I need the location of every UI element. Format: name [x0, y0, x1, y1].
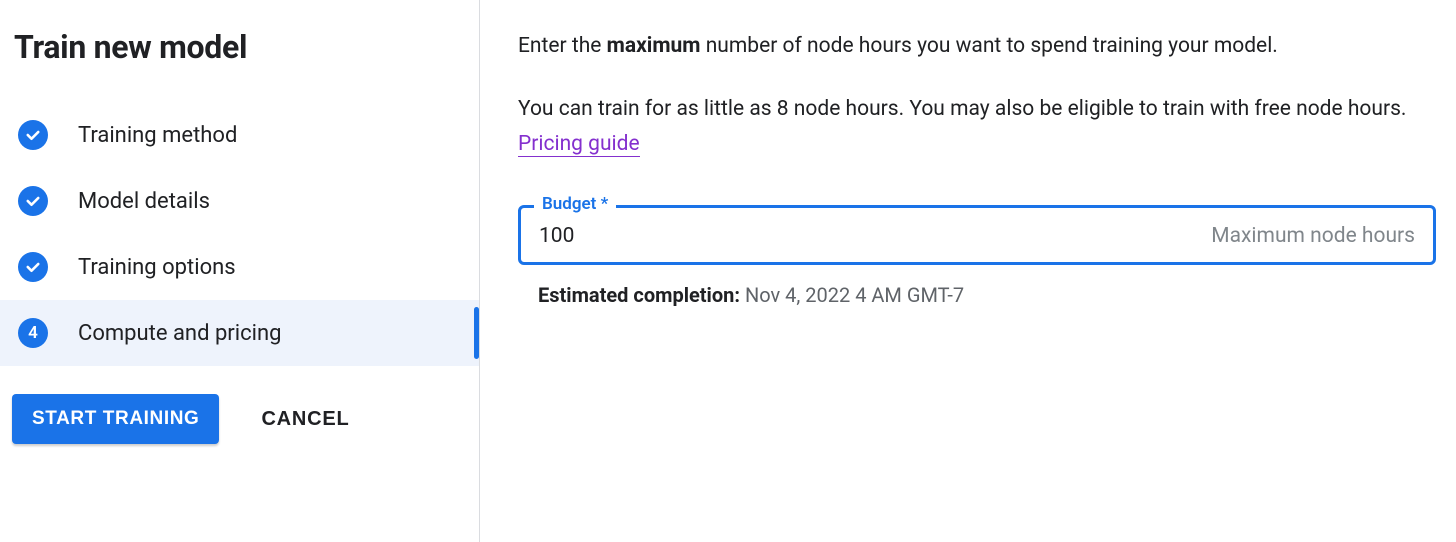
description-text: You can train for as little as 8 node ho… [518, 92, 1436, 163]
step-compute-pricing[interactable]: 4 Compute and pricing [0, 300, 479, 366]
estimated-completion: Estimated completion: Nov 4, 2022 4 AM G… [538, 283, 1436, 307]
wizard-buttons: START TRAINING CANCEL [12, 394, 479, 444]
step-label: Model details [78, 189, 210, 214]
budget-field-wrapper: Budget * Maximum node hours [518, 205, 1436, 265]
step-model-details[interactable]: Model details [14, 168, 479, 234]
budget-label: Budget * [534, 194, 616, 214]
check-icon [18, 186, 48, 216]
step-training-options[interactable]: Training options [14, 234, 479, 300]
step-label: Training options [78, 255, 236, 280]
pricing-guide-link[interactable]: Pricing guide [518, 132, 640, 157]
intro-pre: Enter the [518, 34, 607, 58]
check-icon [18, 120, 48, 150]
check-icon [18, 252, 48, 282]
step-label: Compute and pricing [78, 321, 281, 346]
est-value: Nov 4, 2022 4 AM GMT-7 [745, 283, 964, 307]
budget-input[interactable] [539, 224, 977, 248]
intro-post: number of node hours you want to spend t… [700, 34, 1277, 58]
wizard-sidebar: Train new model Training method Model de… [0, 0, 480, 542]
budget-field[interactable]: Maximum node hours [518, 205, 1436, 265]
step-list: Training method Model details Training o… [14, 102, 479, 366]
step-number-icon: 4 [18, 318, 48, 348]
est-label: Estimated completion: [538, 283, 740, 307]
cancel-button[interactable]: CANCEL [261, 408, 349, 431]
step-training-method[interactable]: Training method [14, 102, 479, 168]
main-panel: Enter the maximum number of node hours y… [480, 0, 1456, 542]
start-training-button[interactable]: START TRAINING [12, 394, 219, 444]
page-title: Train new model [14, 28, 479, 66]
intro-emphasis: maximum [607, 34, 701, 58]
budget-suffix: Maximum node hours [1211, 224, 1415, 248]
para2-text: You can train for as little as 8 node ho… [518, 97, 1406, 121]
intro-text: Enter the maximum number of node hours y… [518, 30, 1436, 64]
step-label: Training method [78, 123, 237, 148]
